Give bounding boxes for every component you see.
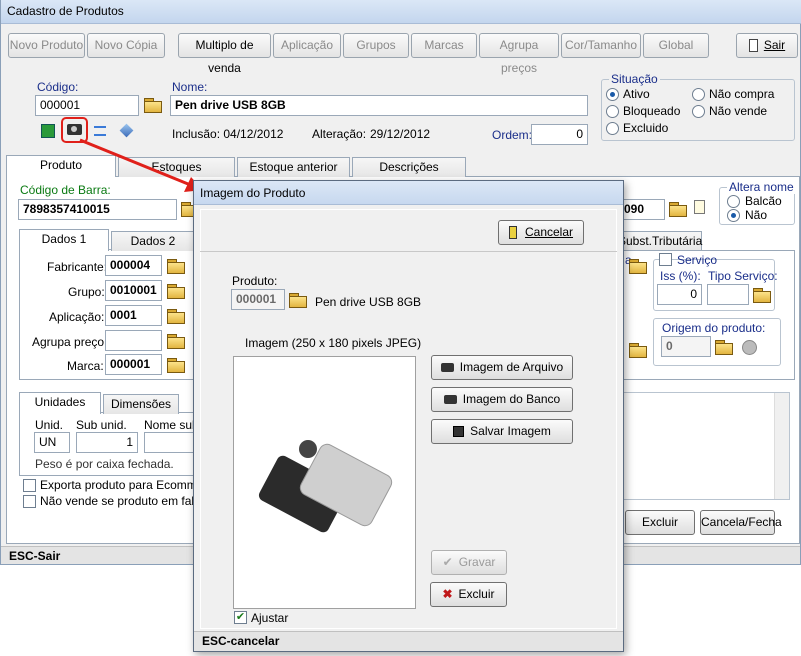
dialog-status-bar: ESC-cancelar: [194, 631, 623, 651]
imagem-label: Imagem (250 x 180 pixels JPEG): [245, 336, 422, 350]
produto-name: Pen drive USB 8GB: [315, 295, 422, 309]
salvar-imagem-button[interactable]: Salvar Imagem: [431, 419, 573, 444]
dialog-title-bar: Imagem do Produto: [194, 181, 623, 205]
check-icon: ✔: [442, 555, 453, 569]
disk-icon: [453, 426, 465, 438]
gravar-button[interactable]: ✔ Gravar: [431, 550, 507, 575]
separator: [200, 251, 617, 252]
imagem-dialog: Imagem do Produto Cancelar Produto: 0000…: [193, 180, 624, 652]
image-frame: [233, 356, 416, 609]
imagem-banco-button[interactable]: Imagem do Banco: [431, 387, 573, 412]
camera-icon: [440, 363, 454, 373]
ajustar-checkbox[interactable]: ✔: [234, 611, 247, 624]
folder-icon[interactable]: [289, 293, 307, 308]
ajustar-label: Ajustar: [251, 611, 289, 625]
camera-icon: [443, 395, 457, 405]
dialog-title: Imagem do Produto: [200, 186, 306, 200]
excluir-image-button[interactable]: ✖ Excluir: [430, 582, 507, 607]
cancelar-button[interactable]: Cancelar: [498, 220, 584, 245]
door-icon: [508, 226, 517, 240]
produto-label: Produto:: [232, 274, 278, 288]
imagem-arquivo-button[interactable]: Imagem de Arquivo: [431, 355, 573, 380]
produto-code-field: 000001: [231, 289, 285, 310]
pen-drive-image: [258, 440, 393, 533]
x-icon: ✖: [442, 587, 453, 601]
